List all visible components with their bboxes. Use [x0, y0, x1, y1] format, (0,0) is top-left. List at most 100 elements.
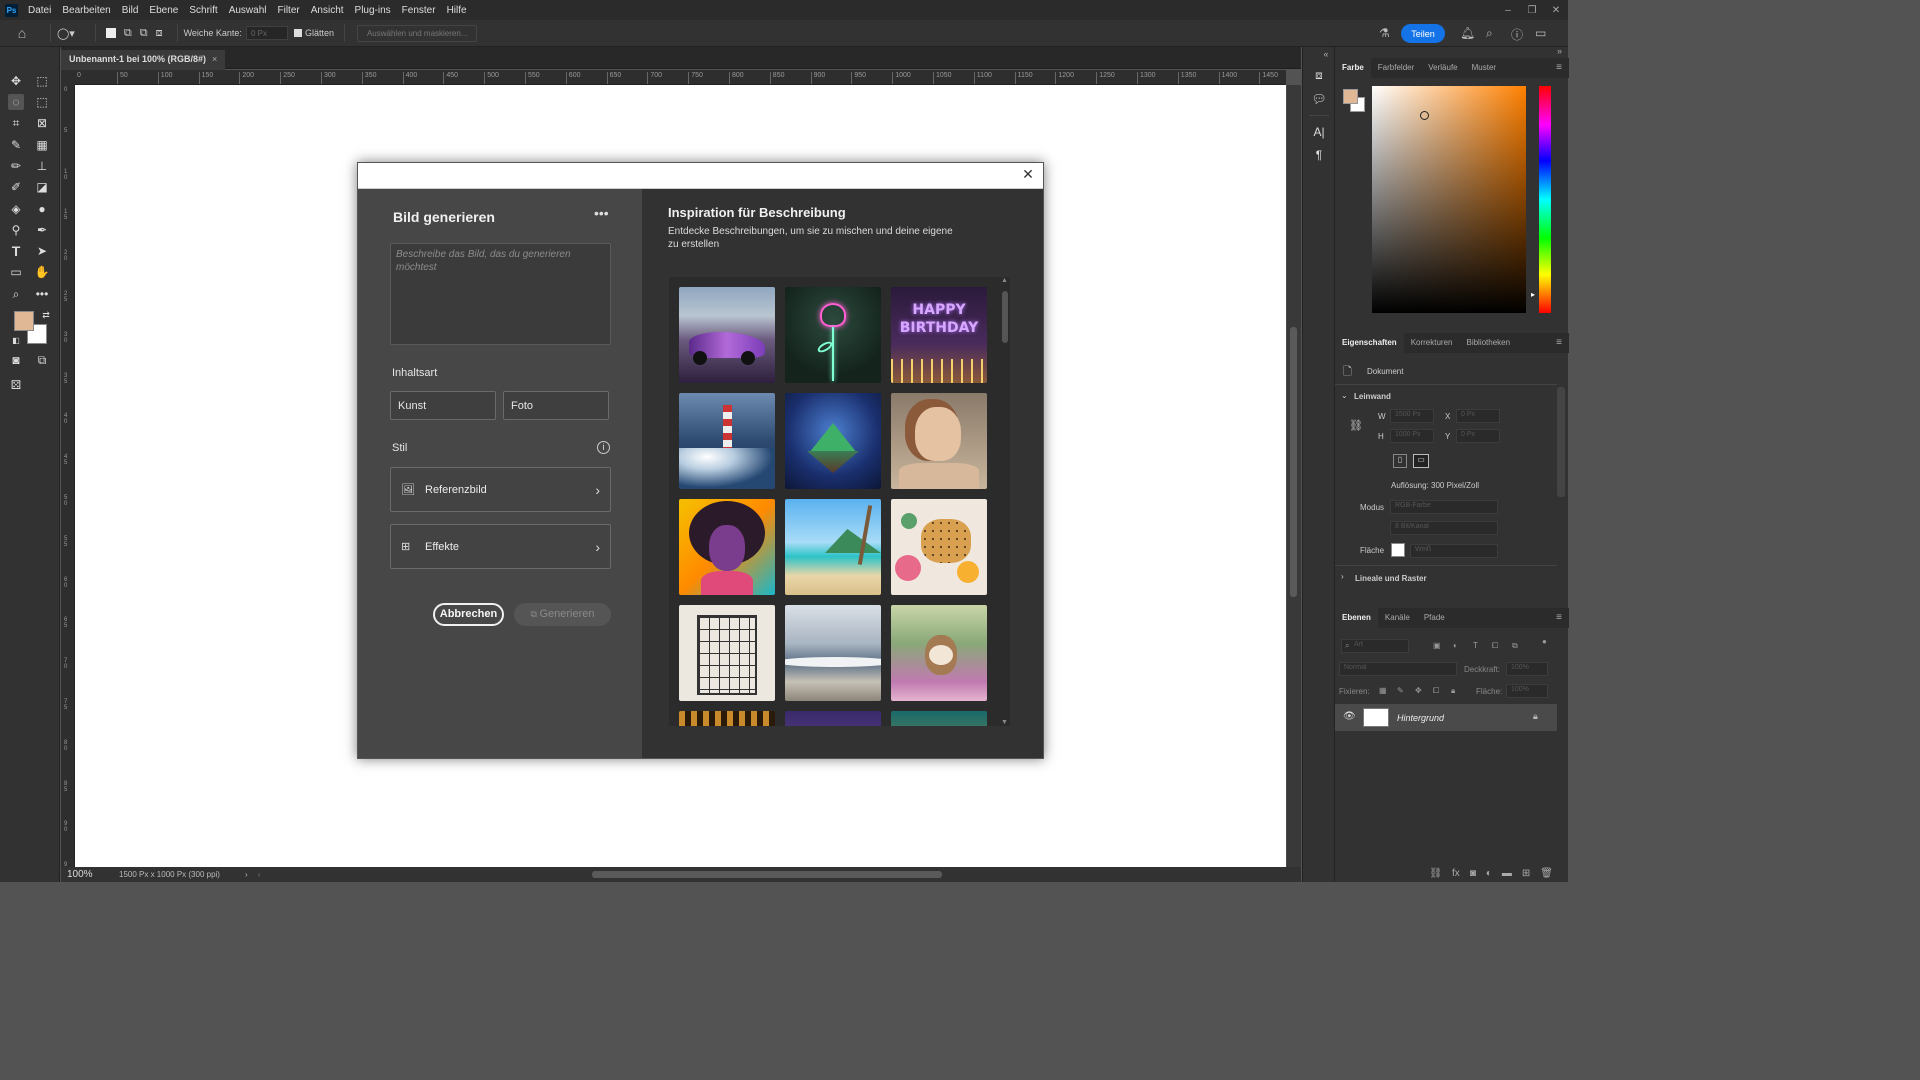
eraser-tool-icon[interactable]: ◪	[34, 179, 50, 195]
status-chevron-icon[interactable]: ›	[245, 870, 248, 879]
horizontal-scroll-thumb[interactable]	[592, 871, 942, 878]
move-tool-icon[interactable]: ✥	[8, 73, 24, 89]
menu-fenster[interactable]: Fenster	[402, 4, 436, 16]
crop-tool-icon[interactable]: ⌗	[8, 115, 24, 131]
smooth-checkbox[interactable]	[293, 29, 302, 37]
thumb-building-sketch[interactable]	[679, 605, 775, 701]
more-tools-icon[interactable]: •••	[34, 286, 50, 302]
history-brush-tool-icon[interactable]: ✐	[8, 179, 24, 195]
thumb-cat-meadow[interactable]	[891, 605, 987, 701]
tab-pfade[interactable]: Pfade	[1417, 608, 1452, 628]
frame-tool-icon[interactable]: ⊠	[34, 115, 50, 131]
filter-shape-icon[interactable]: ⧠	[1492, 641, 1498, 651]
visibility-eye-icon[interactable]: 👁︎	[1343, 711, 1356, 722]
thumb-lighthouse[interactable]	[679, 393, 775, 489]
filter-toggle-icon[interactable]: ●	[1542, 637, 1547, 646]
character-panel-icon[interactable]: A|	[1311, 124, 1327, 140]
new-group-icon[interactable]: ▬	[1502, 868, 1512, 879]
stamp-tool-icon[interactable]: ⊥	[34, 158, 50, 174]
default-colors-icon[interactable]: ◧	[8, 333, 24, 349]
menu-plugins[interactable]: Plug-ins	[355, 4, 391, 16]
hue-slider-marker[interactable]: ▸	[1531, 290, 1535, 299]
canvas-chevron-icon[interactable]: ⌄	[1341, 391, 1348, 400]
minimize-icon[interactable]: –	[1496, 5, 1520, 16]
rulers-chevron-icon[interactable]: ›	[1341, 572, 1344, 581]
canvas-section-title[interactable]: Leinwand	[1354, 392, 1391, 401]
bit-depth-select[interactable]: 8 Bit/Kanal	[1390, 521, 1498, 535]
tab-bibliotheken[interactable]: Bibliotheken	[1459, 333, 1517, 353]
hand-tool-icon[interactable]: ✋	[34, 264, 50, 280]
info-icon[interactable]: i	[597, 441, 610, 454]
thumb-partial-1[interactable]	[679, 711, 775, 726]
feather-input[interactable]: 0 Px	[245, 26, 288, 40]
prompt-input[interactable]: Beschreibe das Bild, das du generieren m…	[390, 243, 611, 345]
thumb-leopard-flowers[interactable]	[891, 499, 987, 595]
cancel-button[interactable]: Abbrechen	[433, 603, 504, 626]
layers-menu-icon[interactable]: ≡	[1556, 612, 1562, 623]
tab-verlaeufe[interactable]: Verläufe	[1421, 58, 1464, 78]
thumb-tropical-beach[interactable]	[785, 499, 881, 595]
zoom-level[interactable]: 100%	[61, 869, 111, 880]
menu-hilfe[interactable]: Hilfe	[447, 4, 467, 16]
tab-ebenen[interactable]: Ebenen	[1335, 608, 1378, 628]
paragraph-panel-icon[interactable]: ¶	[1311, 147, 1327, 163]
portrait-orientation-icon[interactable]: ▯	[1393, 454, 1407, 468]
close-tab-icon[interactable]: ×	[212, 54, 217, 66]
link-icon[interactable]: ⛓	[1349, 419, 1363, 432]
screen-mode-icon[interactable]: ⧉	[34, 352, 50, 368]
select-and-mask-button[interactable]: Auswählen und maskieren...	[356, 24, 478, 42]
lock-all-icon[interactable]: 🔒︎	[1451, 686, 1455, 696]
menu-schrift[interactable]: Schrift	[189, 4, 217, 16]
fill-swatch[interactable]	[1391, 543, 1405, 557]
generate-button[interactable]: ⧉ Generieren	[514, 603, 611, 626]
restore-icon[interactable]: ❐	[1520, 5, 1544, 16]
color-picker-field[interactable]	[1372, 86, 1526, 313]
bell-icon[interactable]: 🔔︎	[1460, 26, 1475, 40]
foreground-color-swatch[interactable]	[14, 311, 34, 331]
new-layer-icon[interactable]: ⊞	[1522, 868, 1530, 879]
height-input[interactable]: 1000 Px	[1390, 429, 1434, 443]
filter-type-icon[interactable]: T	[1473, 641, 1478, 650]
tab-farbfelder[interactable]: Farbfelder	[1371, 58, 1421, 78]
y-input[interactable]: 0 Px	[1456, 429, 1500, 443]
close-window-icon[interactable]: ✕	[1544, 5, 1568, 16]
link-layers-icon[interactable]: ⛓	[1429, 868, 1442, 879]
flask-icon[interactable]: ⚗	[1379, 26, 1390, 40]
vertical-scrollbar[interactable]	[1287, 85, 1301, 867]
path-select-tool-icon[interactable]: ➤	[34, 243, 50, 259]
mode-select[interactable]: RGB-Farbe	[1390, 500, 1498, 514]
lasso-tool-preset-icon[interactable]: ◯▾	[57, 27, 75, 40]
layer-row[interactable]: 👁︎ Hintergrund 🔒︎	[1335, 704, 1557, 731]
fx-icon[interactable]: fx	[1452, 868, 1460, 879]
thumb-partial-2[interactable]	[785, 711, 881, 726]
delete-layer-icon[interactable]: 🗑︎	[1540, 868, 1553, 879]
gallery-scroll-up-icon[interactable]: ▲	[1001, 277, 1008, 284]
reference-image-button[interactable]: 🖼︎ Referenzbild ›	[390, 467, 611, 512]
fill-select[interactable]: Weiß	[1410, 544, 1498, 558]
search-icon[interactable]: ⌕	[1486, 26, 1493, 41]
menu-auswahl[interactable]: Auswahl	[229, 4, 267, 16]
add-mask-icon[interactable]: ◙	[1470, 868, 1476, 879]
thumb-neon-rose[interactable]	[785, 287, 881, 383]
tab-muster[interactable]: Muster	[1465, 58, 1503, 78]
workspace-icon[interactable]: ▭	[1535, 26, 1546, 40]
lock-position-icon[interactable]: ✥	[1415, 686, 1422, 695]
gallery-scrollbar[interactable]: ▲ ▼	[999, 277, 1010, 726]
layer-filter-select[interactable]: Art	[1341, 639, 1409, 653]
history-panel-icon[interactable]: ⧈	[1311, 67, 1327, 83]
vertical-scroll-thumb[interactable]	[1290, 327, 1297, 597]
rulers-section-title[interactable]: Lineale und Raster	[1355, 574, 1427, 583]
blend-mode-select[interactable]: Normal	[1339, 662, 1457, 676]
swap-colors-icon[interactable]: ⇄	[38, 307, 54, 323]
quick-mask-icon[interactable]: ◙	[8, 352, 24, 368]
zoom-tool-icon[interactable]: ⌕	[8, 286, 24, 302]
rectangle-tool-icon[interactable]: ▭	[8, 264, 24, 280]
hue-slider[interactable]	[1539, 86, 1551, 313]
dodge-tool-icon[interactable]: ⚲	[8, 222, 24, 238]
menu-ansicht[interactable]: Ansicht	[311, 4, 344, 16]
width-input[interactable]: 1500 Px	[1390, 409, 1434, 423]
color-panel-menu-icon[interactable]: ≡	[1556, 62, 1562, 73]
subtract-selection-icon[interactable]: ⧉	[140, 27, 148, 40]
lock-paint-icon[interactable]: ✎	[1397, 686, 1404, 695]
effects-button[interactable]: ⊞ Effekte ›	[390, 524, 611, 569]
